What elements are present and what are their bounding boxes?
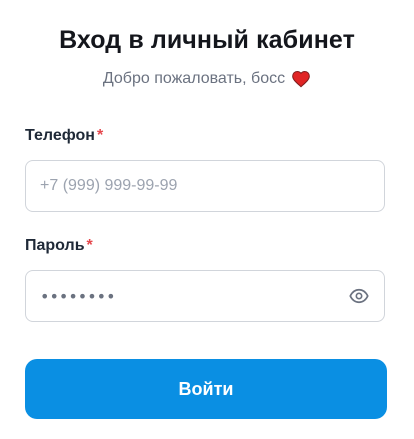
password-label: Пароль * [25, 237, 93, 255]
login-button[interactable]: Войти [25, 359, 387, 419]
page-subtitle: Добро пожаловать, босс [0, 69, 414, 89]
heart-icon [291, 69, 311, 89]
page-title: Вход в личный кабинет [59, 26, 355, 54]
password-required-mark: * [86, 237, 93, 254]
phone-label: Телефон * [25, 127, 103, 145]
phone-label-text: Телефон [25, 127, 95, 144]
phone-field-container [25, 160, 385, 212]
password-field[interactable]: •••••••• [25, 270, 385, 322]
eye-icon[interactable] [348, 285, 370, 307]
phone-input[interactable] [40, 177, 370, 195]
login-card: Вход в личный кабинет Добро пожаловать, … [0, 0, 414, 439]
password-masked-value: •••••••• [40, 286, 116, 306]
password-label-text: Пароль [25, 237, 85, 254]
phone-required-mark: * [96, 127, 104, 144]
subtitle-text: Добро пожаловать, босс [102, 70, 286, 87]
